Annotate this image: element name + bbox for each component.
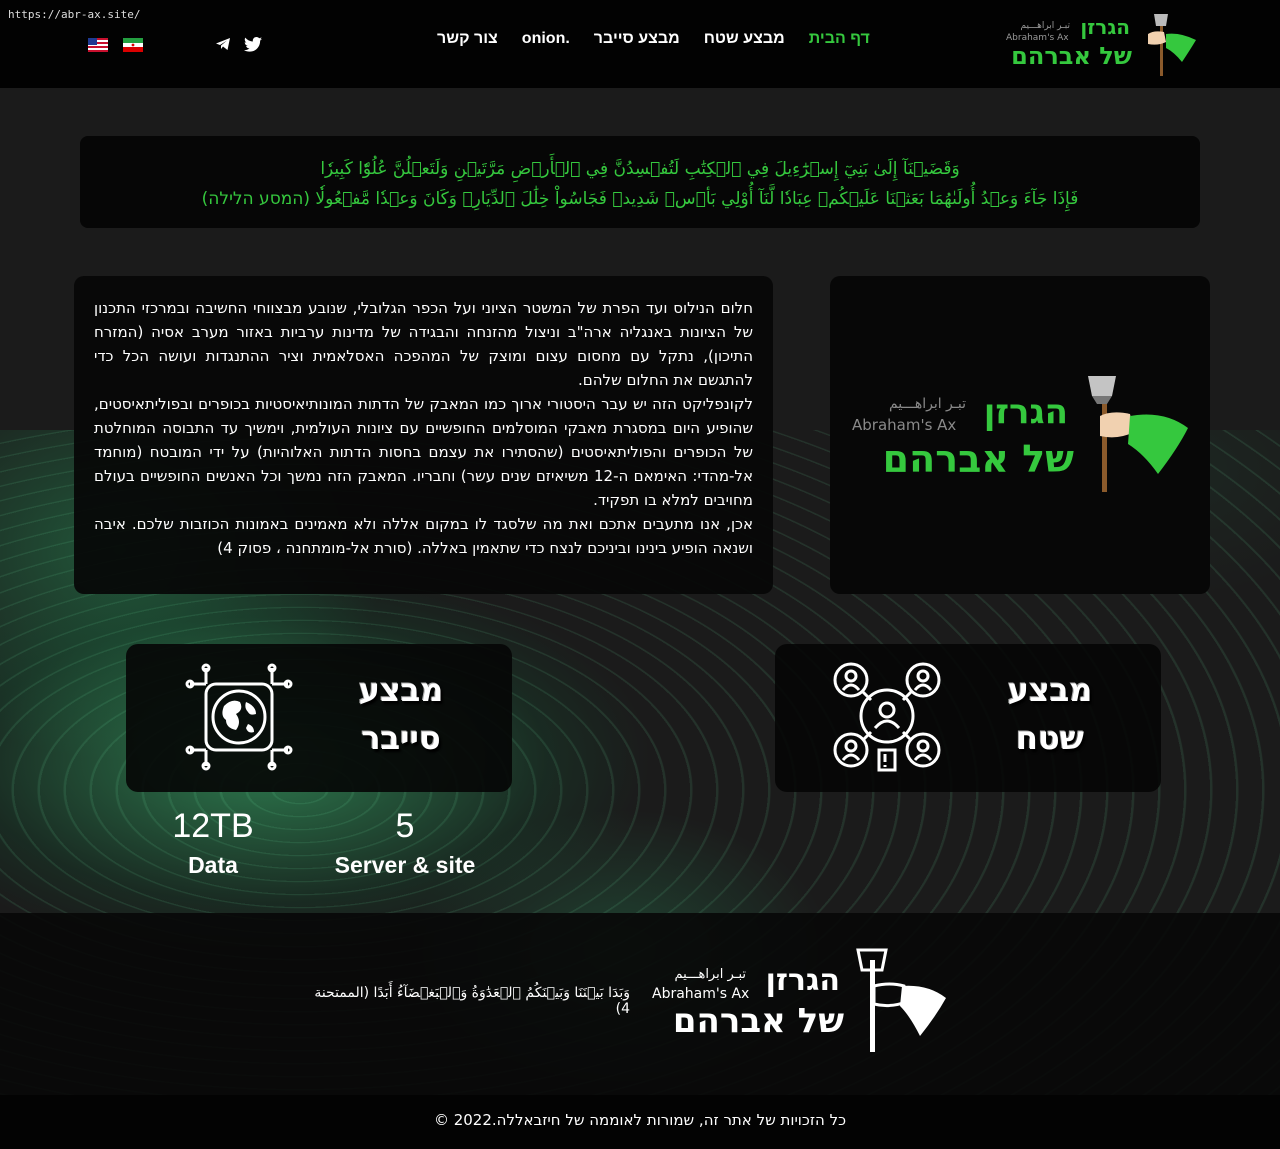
logo-title-he: הגרזן [1080, 15, 1130, 39]
stat-servers: 5 Server & site [325, 806, 485, 880]
large-logo-title-en: Abraham's Ax [852, 416, 956, 434]
stat-data: 12TB Data [140, 806, 286, 880]
intro-paragraph-1: חלום הנילוס ועד הפרת של המשטר הציוני ועל… [94, 299, 753, 389]
footer-logo-title-he: הגרזן [766, 963, 840, 998]
footer-verse: وَبَدَا بَيۡنَنَا وَبَيۡنَكُمُ ٱلۡعَدَٰو… [314, 985, 630, 1017]
people-network-icon [833, 662, 941, 772]
field-card-line-2: שטח [1016, 719, 1084, 757]
usa-flag-icon[interactable] [88, 38, 108, 52]
verse-line-2: فَإِذَا جَآءَ وَعۡدُ أُولَىٰهُمَا بَعَثۡ… [201, 189, 1079, 209]
stat-servers-label: Server & site [334, 852, 476, 878]
large-logo-title-fa: تبـر ابراهـــیم [889, 396, 966, 412]
large-logo-subtitle-he: של אברהם [883, 437, 1075, 481]
footer-logo-title-fa: تبـر ابراهـــیم [674, 967, 746, 982]
large-logo: הגרזן تبـر ابراهـــیم Abraham's Ax של אב… [852, 376, 1188, 492]
main-nav: דף הבית מבצע שטח מבצע סייבר .onion צור ק… [425, 30, 882, 48]
footer-logo-subtitle-he: של אברהם [673, 1001, 844, 1041]
large-logo-title-he: הגרזן [984, 392, 1068, 432]
footer-logo[interactable]: הגרזן تبـر ابراهـــیم Abraham's Ax של אב… [648, 946, 950, 1056]
iran-flag-icon[interactable] [123, 38, 143, 52]
intro-paragraph-3: אכן, אנו מתעבים אתכם ואת מה שלסגד לו במק… [94, 515, 753, 557]
field-card-line-1: מבצע [1007, 671, 1093, 709]
quran-verse-box: وَقَضَيۡنَآ إِلَىٰ بَنِيٓ إِسۡرَٰٓءِيلَ … [80, 136, 1200, 228]
cyber-card-line-2: סייבר [361, 719, 441, 757]
site-logo[interactable]: הגרזן تبـر ابراهـــیم Abraham's Ax של אב… [1006, 10, 1198, 78]
nav-contact[interactable]: צור קשר [425, 30, 510, 48]
site-header: הגרזן تبـر ابراهـــیم Abraham's Ax של אב… [0, 0, 1280, 88]
stat-data-label: Data [188, 852, 238, 878]
language-flags [88, 38, 143, 52]
nav-home[interactable]: דף הבית [797, 30, 882, 48]
cyber-operation-card[interactable]: מבצע סייבר [126, 644, 512, 792]
logo-title-fa: تبـر ابراهـــیم [1020, 21, 1070, 31]
nav-cyber-operation[interactable]: מבצע סייבר [582, 30, 692, 48]
url-overlay: https://abr-ax.site/ [8, 8, 141, 21]
stat-servers-value: 5 [395, 807, 415, 845]
cyber-card-line-1: מבצע [358, 671, 444, 709]
field-operation-card[interactable]: מבצע שטח [775, 644, 1161, 792]
nav-field-operation[interactable]: מבצע שטח [692, 30, 797, 48]
social-links [215, 37, 262, 52]
stat-data-value: 12TB [172, 807, 254, 845]
logo-subtitle-he: של אברהם [1011, 42, 1132, 70]
nav-onion[interactable]: .onion [510, 30, 582, 48]
twitter-icon[interactable] [244, 37, 262, 52]
verse-line-1: وَقَضَيۡنَآ إِلَىٰ بَنِيٓ إِسۡرَٰٓءِيلَ … [320, 159, 960, 179]
logo-box: הגרזן تبـر ابراهـــیم Abraham's Ax של אב… [830, 276, 1210, 594]
cyber-card-title: מבצע סייבר [336, 666, 466, 762]
intro-paragraph-2: לקונפליקט הזה יש עבר היסטורי ארוך כמו המ… [94, 395, 753, 509]
copyright-bar: כל הזכויות של אתר זה, שמורות לאוממה של ח… [0, 1095, 1280, 1149]
intro-text-box: חלום הנילוס ועד הפרת של המשטר הציוני ועל… [74, 276, 773, 594]
globe-circuit-icon [185, 663, 293, 771]
telegram-icon[interactable] [215, 37, 231, 51]
footer-band [0, 913, 1280, 1095]
footer-logo-title-en: Abraham's Ax [652, 986, 749, 1002]
field-card-title: מבצע שטח [985, 666, 1115, 762]
copyright-text: כל הזכויות של אתר זה, שמורות לאוממה של ח… [433, 1111, 847, 1129]
